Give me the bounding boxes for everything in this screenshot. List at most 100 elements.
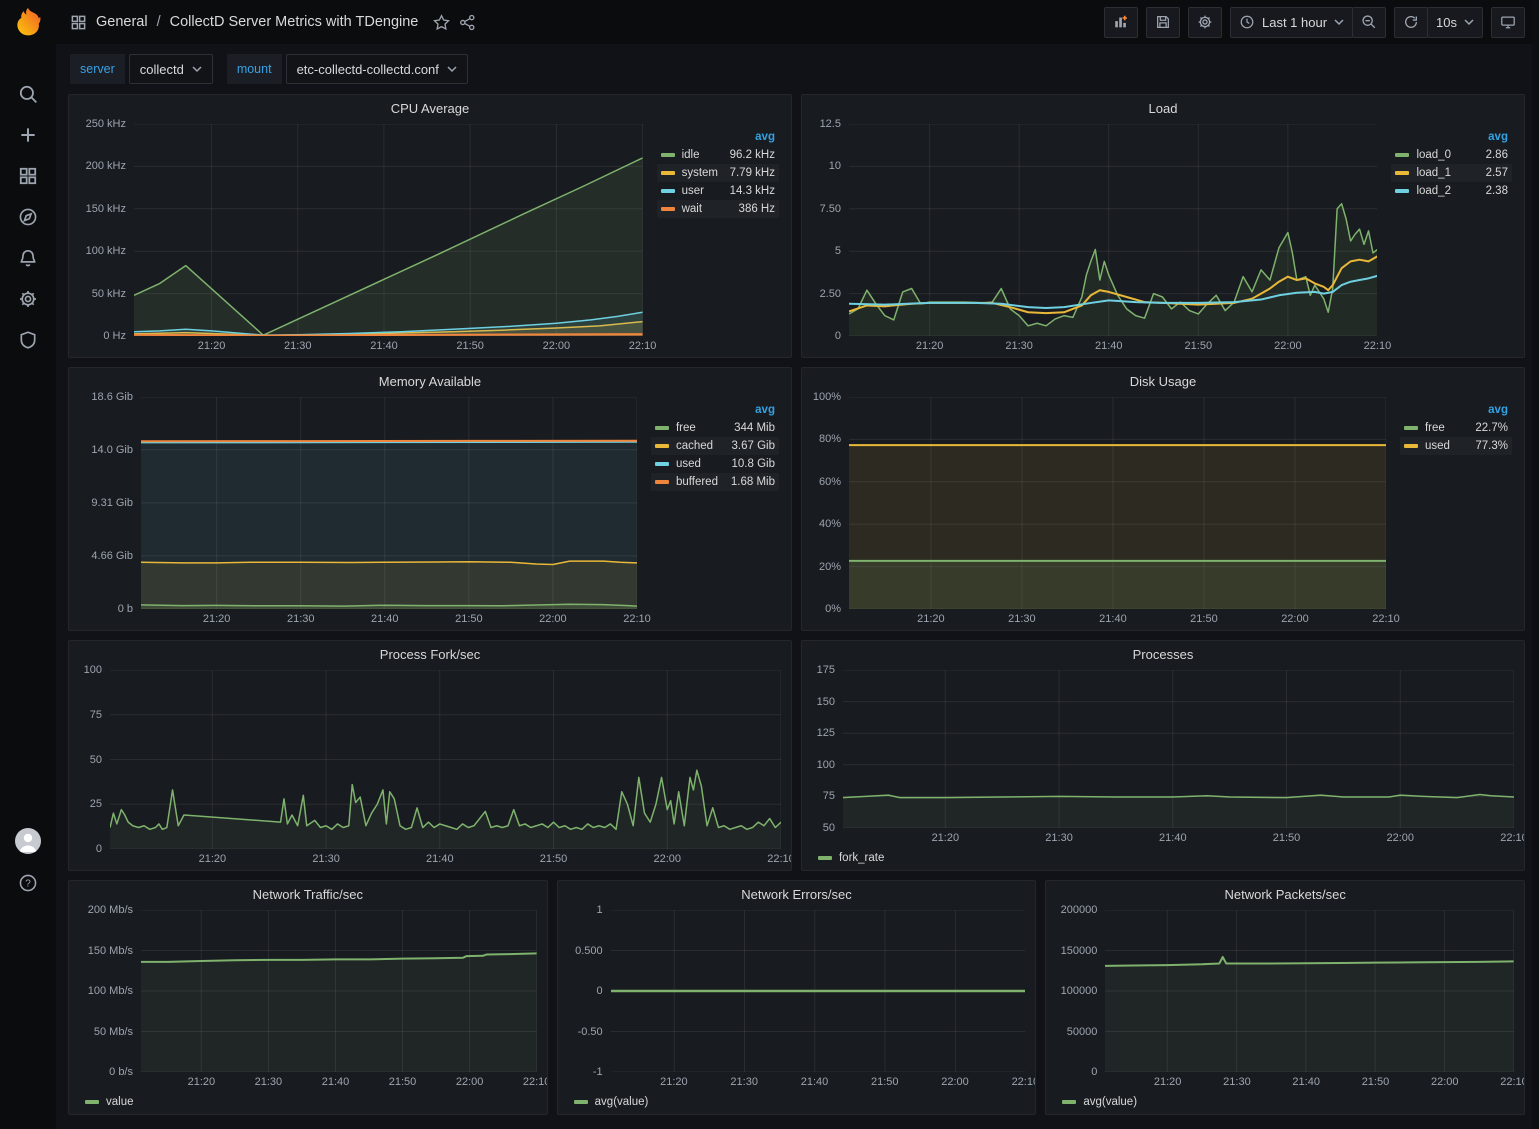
x-tick-label: 21:30 — [1005, 340, 1033, 352]
scrollbar-track[interactable] — [1532, 0, 1539, 1129]
legend-series-color-icon — [1395, 153, 1409, 157]
chart-plot[interactable] — [141, 397, 637, 609]
variable-mount: mount etc-collectd-collectd.conf — [227, 54, 468, 84]
panel-title[interactable]: Network Errors/sec — [741, 887, 852, 902]
search-icon[interactable] — [17, 83, 39, 105]
panel-title[interactable]: CPU Average — [391, 101, 470, 116]
y-tick-label: 12.5 — [820, 118, 841, 130]
chart-plot[interactable] — [849, 397, 1386, 609]
chart-plot[interactable] — [849, 124, 1377, 336]
breadcrumb-folder[interactable]: General — [96, 14, 148, 30]
add-panel-button[interactable] — [1104, 7, 1138, 38]
panel-title[interactable]: Process Fork/sec — [380, 647, 480, 662]
panel-title[interactable]: Memory Available — [379, 374, 481, 389]
chart-plot[interactable] — [141, 910, 537, 1072]
grafana-logo[interactable] — [11, 6, 45, 40]
dashboards-icon[interactable] — [17, 165, 39, 187]
save-dashboard-button[interactable] — [1146, 7, 1180, 38]
legend-item[interactable]: free22.7% — [1400, 419, 1512, 437]
series-area-value — [141, 953, 537, 1072]
x-tick-label: 21:50 — [1273, 832, 1301, 844]
legend-item[interactable]: value — [85, 1096, 134, 1108]
legend-item[interactable]: load_02.86 — [1391, 146, 1512, 164]
legend-item[interactable]: free344 Mib — [651, 419, 779, 437]
time-range-picker[interactable]: Last 1 hour — [1230, 7, 1353, 38]
dashboard-settings-button[interactable] — [1188, 7, 1222, 38]
legend-item[interactable]: used77.3% — [1400, 437, 1512, 455]
legend-series-value: 14.3 kHz — [725, 185, 775, 197]
user-avatar[interactable] — [15, 828, 41, 854]
explore-compass-icon[interactable] — [17, 206, 39, 228]
y-tick-label: 80% — [819, 433, 841, 445]
panel-title[interactable]: Processes — [1133, 647, 1194, 662]
legend-avg-header[interactable]: avg — [651, 403, 779, 419]
panel-title[interactable]: Network Traffic/sec — [253, 887, 363, 902]
server-admin-shield-icon[interactable] — [17, 329, 39, 351]
variable-server-label[interactable]: server — [70, 54, 125, 84]
panel-process-fork: Process Fork/sec 0255075100 21:2021:3021… — [68, 640, 792, 871]
y-axis: 0255075100 — [77, 670, 110, 849]
y-tick-label: 0 b — [118, 603, 133, 615]
x-tick-label: 22:00 — [941, 1076, 969, 1088]
zoom-out-button[interactable] — [1352, 7, 1386, 38]
y-tick-label: 14.0 Gib — [91, 444, 133, 456]
x-tick-label: 21:40 — [1159, 832, 1187, 844]
legend-item[interactable]: user14.3 kHz — [657, 182, 779, 200]
legend-avg-header[interactable]: avg — [1391, 130, 1512, 146]
dashboard-apps-icon[interactable] — [70, 14, 87, 31]
legend-item[interactable]: wait386 Hz — [657, 200, 779, 218]
refresh-button[interactable] — [1394, 7, 1428, 38]
chart-plot[interactable] — [611, 910, 1026, 1072]
x-tick-label: 21:50 — [871, 1076, 899, 1088]
y-axis: 0 Hz50 kHz100 kHz150 kHz200 kHz250 kHz — [77, 124, 134, 336]
dashboard-title[interactable]: CollectD Server Metrics with TDengine — [170, 14, 419, 30]
x-tick-label: 21:20 — [203, 613, 231, 625]
y-tick-label: 2.50 — [820, 288, 841, 300]
legend-item[interactable]: load_12.57 — [1391, 164, 1512, 182]
legend-item[interactable]: avg(value) — [1062, 1096, 1137, 1108]
y-tick-label: 1 — [597, 904, 603, 916]
panel-title[interactable]: Network Packets/sec — [1224, 887, 1345, 902]
chart-plot[interactable] — [843, 670, 1514, 828]
y-tick-label: 50000 — [1067, 1026, 1098, 1038]
y-tick-label: 60% — [819, 476, 841, 488]
legend-item[interactable]: fork_rate — [818, 852, 884, 864]
legend-item[interactable]: load_22.38 — [1391, 182, 1512, 200]
legend-series-color-icon — [661, 153, 675, 157]
top-navbar: General / CollectD Server Metrics with T… — [56, 0, 1539, 44]
help-icon[interactable]: ? — [17, 872, 39, 894]
legend-avg-header[interactable]: avg — [1400, 403, 1512, 419]
legend-series-color-icon — [661, 189, 675, 193]
x-tick-label: 21:40 — [322, 1076, 350, 1088]
legend-item[interactable]: buffered1.68 Mib — [651, 473, 779, 491]
cycle-view-mode-button[interactable] — [1491, 7, 1525, 38]
x-tick-label: 21:20 — [188, 1076, 216, 1088]
chart-plot[interactable] — [1105, 910, 1514, 1072]
legend-series-value: 10.8 Gib — [725, 458, 775, 470]
variable-server-dropdown[interactable]: collectd — [129, 54, 213, 84]
legend-series-value: 2.57 — [1458, 167, 1508, 179]
legend-item[interactable]: system7.79 kHz — [657, 164, 779, 182]
x-tick-label: 22:10 — [1012, 1076, 1037, 1088]
variable-mount-dropdown[interactable]: etc-collectd-collectd.conf — [286, 54, 468, 84]
legend-item[interactable]: cached3.67 Gib — [651, 437, 779, 455]
configuration-gear-icon[interactable] — [17, 288, 39, 310]
legend-series-color-icon — [1395, 171, 1409, 175]
legend-series-label: system — [682, 167, 718, 179]
chart-plot[interactable] — [110, 670, 781, 849]
x-axis: 21:2021:3021:4021:5022:0022:10 — [1105, 1072, 1514, 1091]
legend-avg-header[interactable]: avg — [657, 130, 779, 146]
favorite-star-icon[interactable] — [433, 14, 450, 31]
legend-item[interactable]: avg(value) — [574, 1096, 649, 1108]
y-tick-label: 0 — [1091, 1066, 1097, 1078]
create-plus-icon[interactable] — [17, 124, 39, 146]
panel-title[interactable]: Disk Usage — [1130, 374, 1196, 389]
legend-item[interactable]: used10.8 Gib — [651, 455, 779, 473]
variable-mount-label[interactable]: mount — [227, 54, 282, 84]
chart-plot[interactable] — [134, 124, 643, 336]
share-icon[interactable] — [459, 14, 476, 31]
refresh-interval-dropdown[interactable]: 10s — [1427, 7, 1483, 38]
alerting-bell-icon[interactable] — [17, 247, 39, 269]
legend-item[interactable]: idle96.2 kHz — [657, 146, 779, 164]
panel-title[interactable]: Load — [1149, 101, 1178, 116]
